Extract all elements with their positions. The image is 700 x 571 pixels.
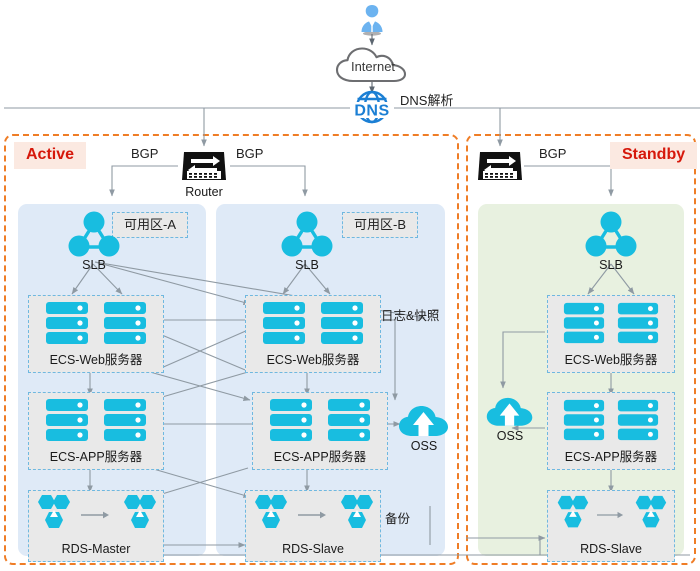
backup-label: 备份: [385, 512, 411, 526]
standby-rds-box[interactable]: RDS-Slave: [547, 490, 675, 562]
internet-label: Internet: [350, 59, 396, 74]
slb-label-zone-a: SLB: [82, 258, 106, 272]
svg-text:DNS: DNS: [354, 103, 389, 120]
rds-cluster-icon: [334, 493, 378, 540]
server-stack-icon: [616, 300, 660, 351]
oss-cloud-upload-icon-standby: [484, 390, 536, 430]
dns-globe-icon: DNS: [346, 90, 398, 124]
zone-a-ecs-app-label: ECS-APP服务器: [49, 449, 143, 464]
server-stack-icon: [319, 299, 365, 352]
dns-label: DNS解析: [400, 93, 454, 108]
rds-cluster-icon: [31, 493, 75, 540]
standby-ecs-web-label: ECS-Web服务器: [564, 352, 658, 367]
region-tag-standby: Standby: [610, 142, 698, 169]
server-stack-icon: [616, 397, 660, 448]
standby-ecs-web-box[interactable]: ECS-Web服务器: [547, 295, 675, 373]
oss-cloud-upload-icon-active: [396, 398, 452, 440]
sync-arrow-icon: [597, 507, 625, 525]
architecture-diagram: Internet DNS DNS解析 Active Standby Router…: [0, 0, 700, 571]
server-stack-icon: [102, 396, 148, 449]
server-stack-icon: [261, 299, 307, 352]
router-icon: [180, 144, 228, 184]
slb-icon-zone-a: [68, 210, 120, 258]
zone-a-ecs-web-box[interactable]: ECS-Web服务器: [28, 295, 164, 373]
zone-a-ecs-web-label: ECS-Web服务器: [49, 352, 143, 367]
server-group: [548, 296, 674, 354]
server-stack-icon: [102, 299, 148, 352]
server-stack-icon: [326, 396, 372, 449]
server-stack-icon: [562, 397, 606, 448]
server-group: [29, 393, 163, 451]
oss-label-standby: OSS: [496, 429, 524, 443]
standby-ecs-app-box[interactable]: ECS-APP服务器: [547, 392, 675, 470]
zone-b-ecs-web-label: ECS-Web服务器: [266, 352, 360, 367]
zone-tag-a: 可用区-A: [112, 212, 189, 238]
slb-icon-zone-standby: [585, 210, 637, 258]
server-stack-icon: [44, 299, 90, 352]
standby-ecs-app-label: ECS-APP服务器: [564, 449, 658, 464]
zone-b-rds-label: RDS-Slave: [282, 541, 344, 556]
zone-a-rds-label: RDS-Master: [61, 541, 131, 556]
server-stack-icon: [562, 300, 606, 351]
rds-cluster-icon: [551, 494, 593, 539]
rds-cluster-icon: [117, 493, 161, 540]
bgp-label-right: BGP: [236, 146, 264, 161]
zone-b-rds-box[interactable]: RDS-Slave: [245, 490, 381, 562]
user-icon: [355, 2, 389, 36]
router-icon-standby: [476, 144, 524, 184]
zone-tag-b: 可用区-B: [342, 212, 419, 238]
sync-arrow-icon: [81, 507, 111, 525]
zone-b-ecs-app-label: ECS-APP服务器: [273, 449, 367, 464]
logs-snapshots-label: 日志&快照: [381, 309, 440, 323]
server-stack-icon: [268, 396, 314, 449]
standby-rds-label: RDS-Slave: [580, 541, 642, 556]
rds-cluster-icon: [248, 493, 292, 540]
slb-icon-zone-b: [281, 210, 333, 258]
rds-group: [548, 491, 674, 541]
sync-arrow-icon: [298, 507, 328, 525]
rds-cluster-icon: [629, 494, 671, 539]
server-stack-icon: [44, 396, 90, 449]
server-group: [253, 393, 387, 451]
rds-group: [29, 491, 163, 541]
zone-a-rds-box[interactable]: RDS-Master: [28, 490, 164, 562]
server-group: [548, 393, 674, 451]
oss-label-active: OSS: [410, 439, 438, 453]
bgp-label-left: BGP: [131, 146, 159, 161]
zone-b-ecs-app-box[interactable]: ECS-APP服务器: [252, 392, 388, 470]
bgp-label-standby: BGP: [539, 146, 567, 161]
region-tag-active: Active: [14, 142, 87, 169]
server-group: [246, 296, 380, 354]
zone-b-ecs-web-box[interactable]: ECS-Web服务器: [245, 295, 381, 373]
rds-group: [246, 491, 380, 541]
slb-label-zone-standby: SLB: [599, 258, 623, 272]
router-label: Router: [185, 185, 223, 199]
server-group: [29, 296, 163, 354]
zone-a-ecs-app-box[interactable]: ECS-APP服务器: [28, 392, 164, 470]
slb-label-zone-b: SLB: [295, 258, 319, 272]
